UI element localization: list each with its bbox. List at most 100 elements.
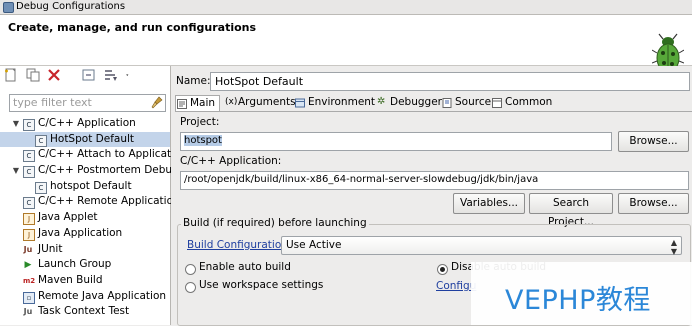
tab-common[interactable]: Common (491, 95, 552, 110)
use-workspace-settings-radio[interactable] (185, 282, 196, 293)
left-toolbar (4, 68, 137, 88)
task-context-icon: Ju (23, 307, 33, 317)
search-project-button[interactable]: Search Project... (529, 193, 613, 228)
filter-placeholder: type filter text (13, 96, 92, 109)
debugger-icon: ✲ (377, 96, 386, 107)
tab-source[interactable]: Source (441, 95, 491, 110)
tree-item-hotspot-default-postmortem[interactable]: C hotspot Default (0, 179, 170, 195)
main-tab-icon (177, 99, 187, 109)
configuration-list-pane: type filter text ▼ C C/C++ Application C… (0, 66, 196, 325)
delete-icon[interactable] (47, 68, 61, 82)
chevron-up-down-icon: ▲ ▼ (670, 238, 677, 256)
project-field-value: hotspot (184, 135, 222, 146)
tab-label: Source (455, 96, 492, 108)
tab-label: Environment (308, 96, 376, 108)
build-group-label: Build (if required) before launching (181, 217, 369, 229)
tree-item-label: Remote Java Application (38, 289, 167, 302)
name-field-value: HotSpot Default (215, 75, 304, 88)
duplicate-icon[interactable] (26, 68, 40, 82)
c-config-icon: C (35, 181, 47, 194)
use-workspace-settings-label: Use workspace settings (199, 279, 324, 291)
tree-item-c-cpp-remote[interactable]: C C/C++ Remote Application (0, 194, 180, 210)
variables-button[interactable]: Variables... (453, 193, 525, 214)
tree-item-c-cpp-attach[interactable]: C C/C++ Attach to Application (0, 147, 187, 163)
view-menu-chevron-icon[interactable] (125, 68, 133, 82)
c-remote-icon: C (23, 197, 35, 210)
name-field[interactable]: HotSpot Default (210, 72, 690, 91)
tree-item-junit[interactable]: Ju JUnit (0, 242, 170, 258)
tree-item-label: Task Context Test (38, 305, 130, 318)
environment-icon (295, 98, 305, 108)
window-title-bar: Debug Configurations (0, 0, 692, 15)
tree-item-label: Maven Build (38, 273, 103, 286)
filter-input[interactable]: type filter text (9, 94, 166, 112)
tree-item-label: Launch Group (38, 258, 112, 271)
tab-label: Main (190, 97, 216, 109)
watermark-text: VEPHP教程 (505, 285, 651, 316)
tree-item-label: JUnit (38, 242, 63, 255)
dialog-header: Create, manage, and run configurations (0, 15, 692, 73)
c-cpp-application-label: C/C++ Application: (180, 155, 282, 167)
c-config-icon: C (35, 134, 47, 147)
common-icon (492, 98, 502, 108)
build-configuration-select[interactable]: Use Active ▲ ▼ (281, 236, 682, 256)
configuration-tree: ▼ C C/C++ Application C HotSpot Default … (0, 116, 196, 320)
tab-debugger[interactable]: ✲ Debugger (376, 95, 442, 110)
tree-item-hotspot-default[interactable]: C HotSpot Default (0, 131, 170, 148)
disable-auto-build-radio[interactable] (437, 264, 448, 275)
maven-icon: m2 (23, 276, 36, 285)
new-config-icon[interactable] (4, 68, 18, 82)
tab-label: Arguments (238, 96, 296, 108)
arguments-icon: (x) (225, 97, 238, 107)
tree-item-java-applet[interactable]: J Java Applet (0, 210, 170, 226)
enable-auto-build-label: Enable auto build (199, 261, 291, 273)
dialog-header-text: Create, manage, and run configurations (8, 21, 257, 34)
tab-main[interactable]: Main (175, 95, 221, 111)
tree-item-label: Java Application (38, 226, 123, 239)
application-path-field[interactable]: /root/openjdk/build/linux-x86_64-normal-… (180, 171, 689, 190)
expand-arrow-icon[interactable]: ▼ (11, 163, 21, 179)
tab-label: Debugger (390, 96, 442, 108)
tree-item-label: C/C++ Application (38, 117, 136, 129)
tree-item-maven-build[interactable]: m2 Maven Build (0, 273, 170, 289)
tree-item-label: hotspot Default (50, 179, 132, 192)
tree-item-label: Java Applet (38, 211, 98, 224)
tree-item-java-application[interactable]: J Java Application (0, 226, 170, 242)
tab-arguments[interactable]: (x) Arguments (224, 95, 296, 110)
clear-filter-icon[interactable] (151, 96, 163, 109)
tree-item-c-cpp-application[interactable]: ▼ C C/C++ Application (0, 116, 170, 132)
remote-java-icon: ▫ (23, 291, 35, 304)
build-configuration-link[interactable]: Build Configuration: (187, 239, 291, 251)
launch-group-icon: ▶ (24, 260, 32, 271)
build-configuration-value: Use Active (286, 239, 342, 251)
browse-application-button[interactable]: Browse... (618, 193, 689, 214)
expand-arrow-icon[interactable]: ▼ (11, 116, 21, 132)
app-icon (3, 2, 14, 13)
c-postmortem-icon: C (23, 166, 35, 179)
collapse-all-icon[interactable] (82, 68, 96, 82)
java-applet-icon: J (23, 213, 35, 226)
tree-item-launch-group[interactable]: ▶ Launch Group (0, 257, 170, 273)
tree-item-task-context-test[interactable]: Ju Task Context Test (0, 304, 170, 320)
filter-icon[interactable] (104, 68, 118, 82)
c-app-icon: C (23, 119, 35, 131)
tree-item-label: C/C++ Remote Application (38, 195, 180, 208)
enable-auto-build-radio[interactable] (185, 264, 196, 275)
project-field[interactable]: hotspot (180, 132, 612, 151)
browse-project-button[interactable]: Browse... (618, 131, 689, 152)
name-label: Name: (176, 75, 211, 87)
window-title: Debug Configurations (16, 1, 126, 12)
tree-item-c-cpp-postmortem[interactable]: ▼ C C/C++ Postmortem Debugger (0, 163, 196, 179)
java-app-icon: J (23, 228, 35, 241)
watermark-overlay: VEPHP教程 (471, 262, 692, 325)
tree-item-label: HotSpot Default (50, 132, 135, 145)
project-label: Project: (180, 116, 220, 128)
source-icon (442, 98, 452, 108)
junit-icon: Ju (23, 244, 33, 254)
tab-label: Common (505, 96, 553, 108)
tree-item-label: C/C++ Attach to Application (38, 148, 188, 161)
tree-item-remote-java-application[interactable]: ▫ Remote Java Application (0, 289, 170, 305)
c-attach-icon: C (23, 150, 35, 163)
application-path-value: /root/openjdk/build/linux-x86_64-normal-… (184, 174, 539, 185)
tab-environment[interactable]: Environment (294, 95, 375, 110)
